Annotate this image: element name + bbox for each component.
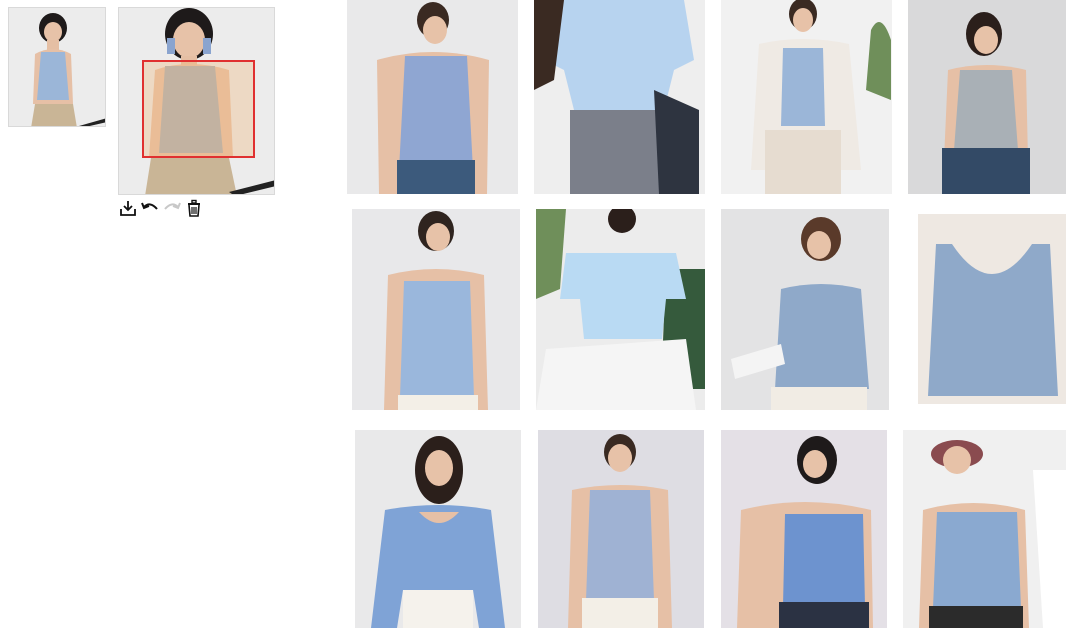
crop-toolbar (118, 198, 208, 220)
cropped-query-photo (119, 8, 274, 194)
result-ribbed-tank-with-cardigan[interactable] (721, 0, 892, 194)
redo-icon[interactable] (162, 198, 182, 218)
result-blue-tank-bucket-hat[interactable] (903, 430, 1066, 628)
result-off-shoulder-tee[interactable] (536, 209, 705, 410)
result-blue-cami-top[interactable] (352, 209, 520, 410)
trash-icon[interactable] (184, 198, 204, 218)
query-photo-thumbnail (9, 8, 105, 126)
result-blue-long-sleeve-crop[interactable] (355, 430, 521, 628)
result-light-blue-tee[interactable] (534, 0, 705, 194)
selection-box[interactable] (142, 60, 255, 158)
result-square-neck-tank[interactable] (347, 0, 518, 194)
result-blue-square-neck-tank[interactable] (538, 430, 704, 628)
download-icon[interactable] (118, 198, 138, 218)
result-v-neck-crop-tank[interactable] (918, 214, 1066, 404)
result-blue-knit-cardigan[interactable] (721, 209, 889, 410)
query-thumbnail[interactable] (8, 7, 106, 127)
undo-icon[interactable] (140, 198, 160, 218)
result-royal-blue-cami[interactable] (721, 430, 887, 628)
result-grey-halter-tank[interactable] (908, 0, 1066, 194)
crop-editor[interactable] (118, 7, 275, 195)
